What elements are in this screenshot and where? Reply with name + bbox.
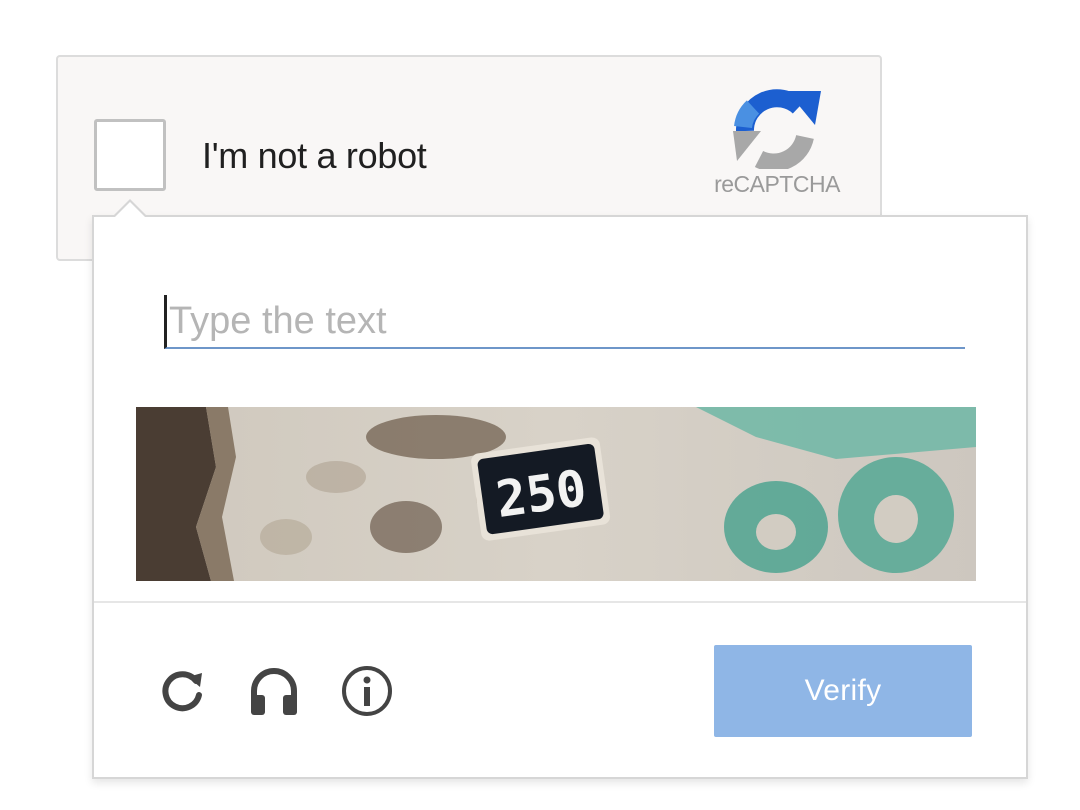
recaptcha-logo-icon xyxy=(733,89,821,169)
footer-divider xyxy=(94,601,1026,603)
audio-challenge-button[interactable] xyxy=(246,663,302,719)
reload-icon xyxy=(162,671,202,712)
checkbox-label: I'm not a robot xyxy=(202,135,427,176)
not-robot-checkbox[interactable] xyxy=(94,119,166,191)
challenge-popup: 250 Verify xyxy=(92,199,1028,779)
captcha-image: 250 xyxy=(136,407,976,581)
captcha-photo: 250 xyxy=(136,407,976,581)
reload-button[interactable] xyxy=(154,663,210,719)
answer-input[interactable] xyxy=(164,295,965,349)
bubble-pointer-fill xyxy=(114,202,146,218)
headphones-icon xyxy=(251,668,297,715)
recaptcha-logo: reCAPTCHA xyxy=(692,87,862,198)
verify-button[interactable]: Verify xyxy=(714,645,972,737)
help-button[interactable] xyxy=(339,663,395,719)
recaptcha-logo-text: reCAPTCHA xyxy=(714,171,840,197)
info-icon xyxy=(342,666,392,716)
